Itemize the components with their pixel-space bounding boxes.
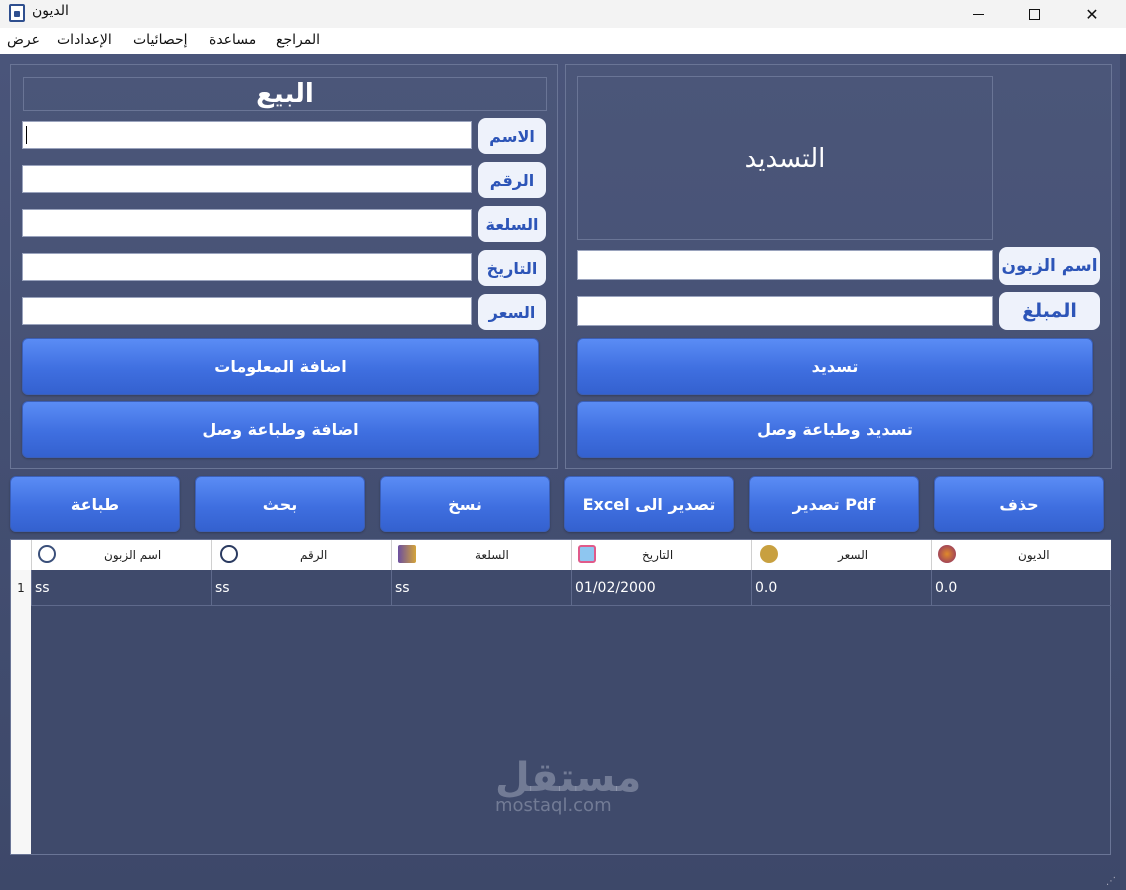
column-header-customer[interactable]: اسم الزبون — [31, 540, 211, 570]
menu-bar: المراجع مساعدة إحصائيات الإعدادات عرض — [0, 28, 1126, 54]
minimize-button[interactable] — [955, 0, 1001, 28]
maximize-button[interactable] — [1011, 0, 1057, 28]
resize-grip-icon[interactable]: ⋰ — [1106, 876, 1116, 887]
add-print-receipt-button[interactable]: اضافة وطباعة وصل — [22, 401, 539, 458]
column-label: الرقم — [300, 548, 328, 562]
menu-settings[interactable]: الإعدادات — [57, 32, 112, 48]
number-label: الرقم — [478, 162, 546, 198]
menu-references[interactable]: المراجع — [276, 32, 320, 48]
window-title: الديون — [32, 3, 69, 19]
print-button[interactable]: طباعة — [10, 476, 180, 532]
delete-button[interactable]: حذف — [934, 476, 1104, 532]
pay-button[interactable]: تسديد — [577, 338, 1093, 395]
user-icon — [38, 545, 56, 563]
copy-button[interactable]: نسخ — [380, 476, 550, 532]
row-header-gutter — [11, 570, 31, 854]
cell-goods[interactable]: ss — [391, 570, 571, 606]
cell-date[interactable]: 01/02/2000 — [571, 570, 751, 606]
amount-label: المبلغ — [999, 292, 1100, 330]
pay-print-receipt-button[interactable]: تسديد وطباعة وصل — [577, 401, 1093, 458]
close-icon: ✕ — [1085, 4, 1099, 24]
debt-icon — [938, 545, 956, 563]
add-info-button[interactable]: اضافة المعلومات — [22, 338, 539, 395]
goods-icon — [398, 545, 416, 563]
cell-price[interactable]: 0.0 — [751, 570, 931, 606]
money-bag-icon — [760, 545, 778, 563]
maximize-icon — [1028, 8, 1040, 20]
export-pdf-button[interactable]: Pdf تصدير — [749, 476, 919, 532]
text-caret — [26, 126, 27, 144]
sale-title: البيع — [23, 77, 547, 111]
export-excel-button[interactable]: تصدير الى Excel — [564, 476, 734, 532]
payment-panel: التسديد اسم الزبون المبلغ تسديد تسديد وط… — [565, 64, 1112, 469]
app-lock-icon — [9, 4, 25, 22]
column-label: التاريخ — [642, 548, 674, 562]
amount-input[interactable] — [577, 296, 993, 326]
cell-number[interactable]: ss — [211, 570, 391, 606]
date-label: التاريخ — [478, 250, 546, 286]
column-header-debts[interactable]: الديون — [931, 540, 1111, 570]
menu-help[interactable]: مساعدة — [209, 32, 256, 48]
search-button[interactable]: بحث — [195, 476, 365, 532]
cell-debts[interactable]: 0.0 — [931, 570, 1111, 606]
title-bar: الديون ✕ — [0, 0, 1126, 28]
column-header-number[interactable]: الرقم — [211, 540, 391, 570]
goods-input[interactable] — [22, 209, 472, 237]
customer-name-label: اسم الزبون — [999, 247, 1100, 285]
column-header-date[interactable]: التاريخ — [571, 540, 751, 570]
price-label: السعر — [478, 294, 546, 330]
goods-label: السلعة — [478, 206, 546, 242]
payment-title: التسديد — [577, 76, 993, 240]
column-label: اسم الزبون — [104, 548, 162, 562]
date-input[interactable] — [22, 253, 472, 281]
sale-panel: البيع الاسم الرقم السلعة التاريخ السعر ا… — [10, 64, 558, 469]
name-input[interactable] — [22, 121, 472, 149]
name-label: الاسم — [478, 118, 546, 154]
table-corner — [11, 540, 31, 570]
phone-icon — [220, 545, 238, 563]
watermark-url: mostaql.com — [495, 795, 612, 816]
minimize-icon — [972, 13, 984, 15]
column-label: السعر — [838, 548, 869, 562]
row-number: 1 — [17, 581, 25, 595]
close-button[interactable]: ✕ — [1069, 0, 1115, 28]
menu-view[interactable]: عرض — [7, 32, 40, 48]
table-header: اسم الزبون الرقم السلعة التاريخ السعر ال… — [31, 540, 1111, 570]
cell-customer[interactable]: ss — [31, 570, 211, 606]
menu-statistics[interactable]: إحصائيات — [133, 32, 188, 48]
column-label: الديون — [1018, 548, 1050, 562]
price-input[interactable] — [22, 297, 472, 325]
calendar-icon — [578, 545, 596, 563]
customer-name-input[interactable] — [577, 250, 993, 280]
number-input[interactable] — [22, 165, 472, 193]
column-header-goods[interactable]: السلعة — [391, 540, 571, 570]
column-header-price[interactable]: السعر — [751, 540, 931, 570]
column-label: السلعة — [475, 548, 509, 562]
